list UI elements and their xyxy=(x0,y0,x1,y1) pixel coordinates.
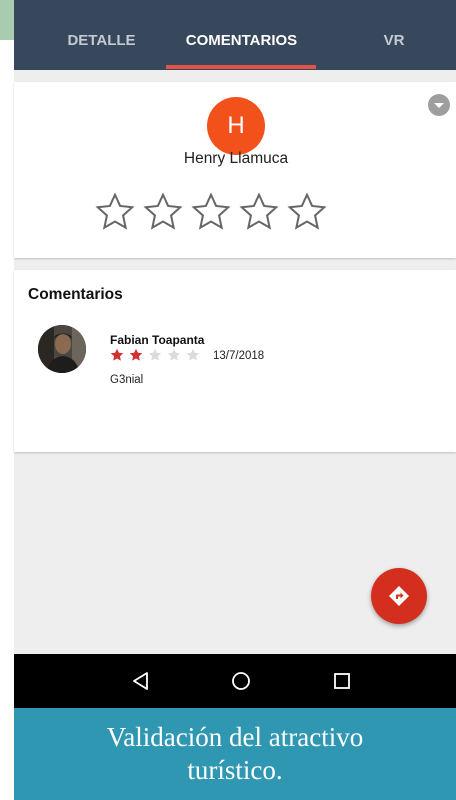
rating-input xyxy=(93,190,333,236)
star-outline-icon xyxy=(191,192,231,230)
caption-line-2: turístico. xyxy=(187,755,283,785)
comment-author: Fabian Toapanta xyxy=(110,333,205,347)
star-outline-icon xyxy=(95,192,135,230)
comment-date: 13/7/2018 xyxy=(213,350,265,362)
caption-banner: Validación del atractivo turístico. xyxy=(14,708,456,800)
rating-star-2[interactable] xyxy=(141,190,189,236)
comment-rating xyxy=(109,347,204,365)
star-empty-icon xyxy=(147,347,166,365)
rating-star-3[interactable] xyxy=(189,190,237,236)
caption-line-1: Validación del atractivo xyxy=(106,722,364,752)
comments-title: Comentarios xyxy=(28,286,123,303)
star-outline-icon xyxy=(287,192,327,230)
chevron-down-circle-icon[interactable] xyxy=(428,94,450,116)
user-name: Henry Llamuca xyxy=(183,150,289,167)
star-outline-icon xyxy=(143,192,183,230)
rating-star-1[interactable] xyxy=(93,190,141,236)
star-empty-icon xyxy=(166,347,185,365)
recents-square-icon[interactable] xyxy=(320,654,364,708)
system-navigation-bar xyxy=(14,654,456,708)
rating-star-4[interactable] xyxy=(237,190,285,236)
tab-comentarios[interactable]: COMENTARIOS xyxy=(164,0,319,70)
tab-vr[interactable]: VR xyxy=(344,0,444,70)
comment-avatar xyxy=(38,325,86,373)
back-triangle-icon[interactable] xyxy=(119,654,163,708)
corner-decoration xyxy=(0,0,14,40)
directions-fab[interactable] xyxy=(371,568,427,624)
star-outline-icon xyxy=(239,192,279,230)
star-filled-icon xyxy=(128,347,147,365)
star-filled-icon xyxy=(109,347,128,365)
directions-icon xyxy=(389,586,409,606)
user-avatar: H xyxy=(207,97,265,155)
comment-text: G3nial xyxy=(110,374,144,386)
tab-detalle[interactable]: DETALLE xyxy=(34,0,169,70)
rating-star-5[interactable] xyxy=(285,190,333,236)
star-empty-icon xyxy=(185,347,204,365)
tab-active-indicator xyxy=(166,65,316,69)
home-circle-icon[interactable] xyxy=(219,654,263,708)
